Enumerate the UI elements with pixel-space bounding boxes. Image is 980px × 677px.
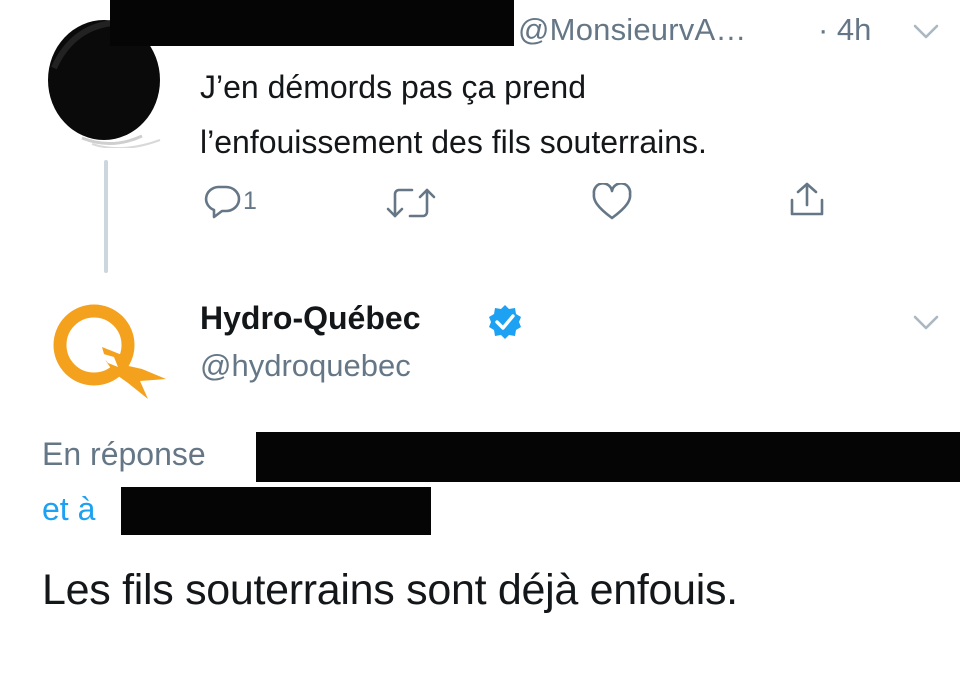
- redacted-reply-recipient-2: [121, 487, 431, 535]
- reply-count: 1: [243, 186, 257, 215]
- reply-icon: [204, 185, 241, 219]
- thread-connector-line: [104, 160, 108, 273]
- tweet-text-line: l’enfouissement des fils souterrains.: [200, 124, 707, 160]
- redacted-reply-recipient: [256, 432, 960, 482]
- tweet-timestamp[interactable]: · 4h: [818, 12, 871, 48]
- like-icon[interactable]: [591, 183, 633, 221]
- retweet-icon[interactable]: [385, 184, 437, 222]
- in-reply-to-label: En réponse: [42, 436, 206, 472]
- tweet-text: Les fils souterrains sont déjà enfouis.: [42, 566, 738, 614]
- tweet-text-line: J’en démords pas ça prend: [200, 69, 586, 105]
- chevron-down-icon[interactable]: [912, 22, 940, 42]
- redacted-display-name: [110, 0, 514, 46]
- reply-button[interactable]: 1: [203, 182, 257, 220]
- hydro-quebec-logo[interactable]: [44, 295, 174, 405]
- tweet-author-name[interactable]: Hydro-Québec: [200, 300, 420, 337]
- share-icon[interactable]: [787, 180, 827, 220]
- tweet-text: J’en démords pas ça prend l’enfouissemen…: [200, 60, 920, 170]
- chevron-down-icon[interactable]: [912, 313, 940, 333]
- verified-badge-icon: [489, 305, 521, 339]
- tweet-author-handle[interactable]: @hydroquebec: [200, 348, 411, 384]
- tweet-author-handle[interactable]: @MonsieurvA…: [518, 12, 747, 48]
- and-to-label: et à: [42, 491, 96, 527]
